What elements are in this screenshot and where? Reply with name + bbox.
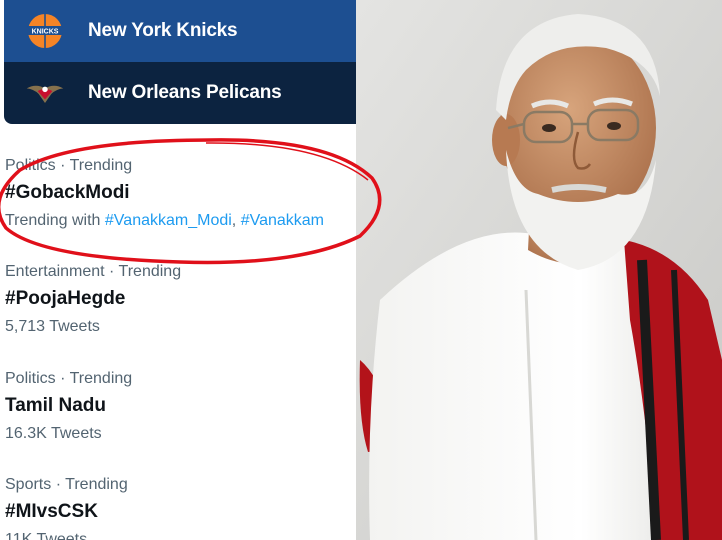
svg-text:KNICKS: KNICKS: [32, 29, 59, 36]
trend-item-gobackmodi[interactable]: Politics · Trending #GobackModi Trending…: [5, 156, 356, 231]
trend-tweet-count: 11K Tweets: [5, 531, 88, 540]
trending-with-label: Trending with: [5, 212, 101, 229]
trend-meta: Sports · Trending: [5, 476, 128, 493]
tag-separator: ,: [231, 212, 237, 229]
hashtag-link-vanakkam-modi[interactable]: #Vanakkam_Modi: [105, 212, 232, 229]
trend-meta: Politics · Trending: [5, 370, 133, 387]
team-name-pelicans: New Orleans Pelicans: [88, 82, 282, 103]
trend-item-mivscsk[interactable]: Sports · Trending #MIvsCSK 11K Tweets: [5, 475, 356, 540]
trend-tweet-count: 5,713 Tweets: [5, 318, 100, 335]
trend-subtext: Trending with #Vanakkam_Modi, #Vanakkam: [5, 211, 356, 231]
team-name-knicks: New York Knicks: [88, 20, 238, 41]
person-photo: [356, 0, 722, 540]
trend-item-tamilnadu[interactable]: Politics · Trending Tamil Nadu 16.3K Twe…: [5, 369, 356, 444]
trend-tweet-count: 16.3K Tweets: [5, 425, 102, 442]
trend-meta: Entertainment · Trending: [5, 263, 182, 280]
trend-meta: Politics · Trending: [5, 157, 133, 174]
trending-panel: KNICKS New York Knicks New Orleans Pelic…: [0, 0, 356, 540]
trend-title: Tamil Nadu: [5, 395, 106, 416]
team-row-knicks[interactable]: KNICKS New York Knicks: [4, 0, 356, 62]
trend-item-poojahegde[interactable]: Entertainment · Trending #PoojaHegde 5,7…: [5, 262, 356, 337]
knicks-logo-icon: KNICKS: [24, 10, 66, 52]
hashtag-link-vanakkam[interactable]: #Vanakkam: [241, 212, 324, 229]
trend-title: #MIvsCSK: [5, 501, 98, 522]
pelicans-logo-icon: [24, 72, 66, 114]
team-row-pelicans[interactable]: New Orleans Pelicans: [4, 62, 356, 124]
trend-title: #GobackModi: [5, 182, 130, 203]
trend-title: #PoojaHegde: [5, 288, 126, 309]
